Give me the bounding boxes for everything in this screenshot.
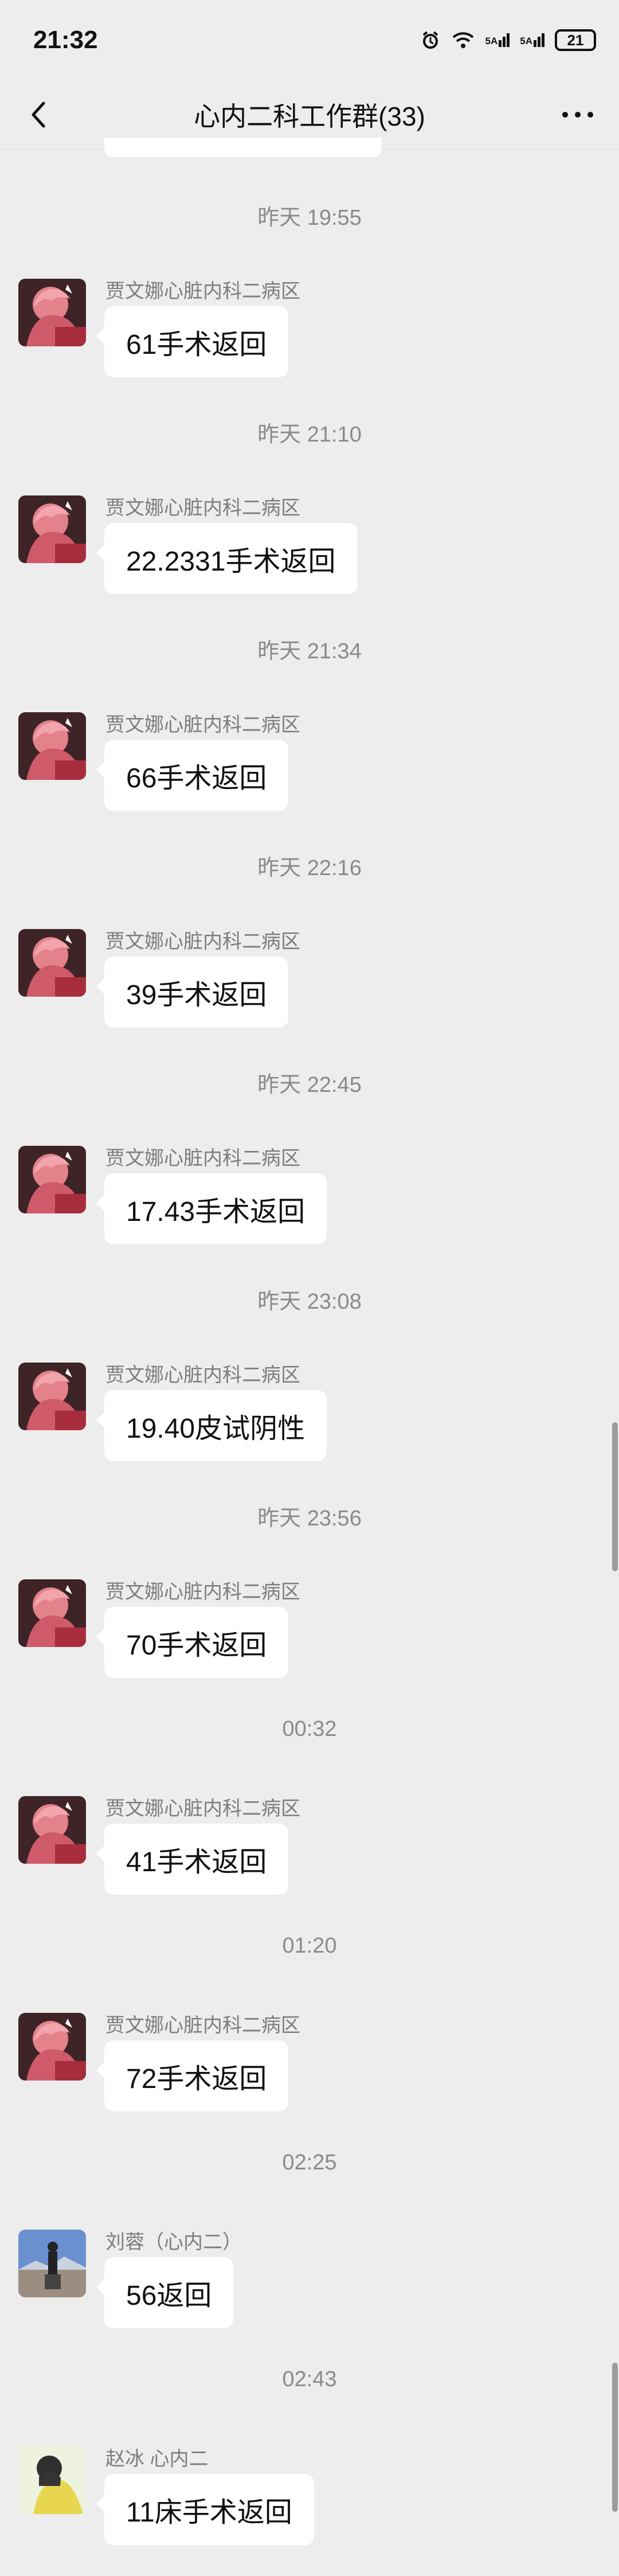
message-timestamp: 昨天 21:10 (257, 423, 362, 447)
message-timestamp: 02:43 (282, 2367, 337, 2391)
scrollbar-thumb[interactable] (612, 2363, 618, 2512)
sender-name: 贾文娜心脏内科二病区 (105, 497, 300, 519)
sender-name: 赵冰 心内二 (105, 2448, 209, 2470)
message-timestamp: 02:25 (282, 2150, 337, 2175)
signal-label: 5A (485, 36, 498, 46)
avatar[interactable] (18, 1146, 86, 1213)
signal-5a-icon: 5A (520, 33, 544, 47)
sender-name: 贾文娜心脏内科二病区 (105, 1148, 300, 1169)
message-timestamp: 昨天 21:34 (257, 639, 362, 663)
avatar[interactable] (18, 279, 86, 346)
message-timestamp: 昨天 22:45 (257, 1073, 362, 1097)
status-time: 21:32 (33, 26, 98, 54)
message-bubble[interactable]: 56返回 (96, 2257, 234, 2328)
sender-name: 贾文娜心脏内科二病区 (105, 280, 300, 302)
signal-5a-icon: 5A (485, 33, 510, 47)
avatar[interactable] (18, 1363, 86, 1430)
sender-name: 贾文娜心脏内科二病区 (105, 2015, 300, 2036)
avatar[interactable] (18, 1796, 86, 1864)
message-timestamp: 01:20 (282, 1934, 337, 1958)
message-bubble[interactable]: 41手术返回 (96, 1824, 289, 1895)
message-timestamp: 昨天 22:16 (257, 856, 362, 880)
message-bubble[interactable]: 19.40皮试阴性 (96, 1390, 327, 1461)
avatar[interactable] (18, 929, 86, 997)
back-button[interactable] (22, 96, 58, 133)
message-timestamp: 昨天 23:08 (257, 1290, 362, 1314)
more-options-button[interactable] (555, 96, 601, 133)
scrollbar-thumb[interactable] (612, 1422, 618, 1571)
alarm-icon (422, 31, 438, 49)
avatar[interactable] (18, 2446, 86, 2514)
message-timestamp: 00:32 (282, 1717, 337, 1741)
status-icons: 5A 5A 21 (420, 29, 596, 51)
chat-message-list[interactable]: 昨天 19:55 贾文娜心脏内科二病区 61手术返回 昨天 21:10 贾文娜心… (0, 138, 619, 2576)
message-bubble[interactable]: 70手术返回 (96, 1607, 289, 1678)
message-bubble[interactable]: 72手术返回 (96, 2040, 289, 2111)
message-bubble[interactable]: 66手术返回 (96, 740, 289, 811)
status-bar: 21:32 5A 5A 21 (0, 0, 619, 80)
avatar[interactable] (18, 712, 86, 780)
avatar[interactable] (18, 2013, 86, 2081)
message-bubble[interactable]: 17.43手术返回 (96, 1173, 327, 1244)
message-bubble[interactable]: 22.2331手术返回 (96, 523, 358, 594)
sender-name: 贾文娜心脏内科二病区 (105, 714, 300, 736)
previous-message-bubble-fragment (104, 138, 382, 157)
message-bubble[interactable]: 39手术返回 (96, 957, 289, 1028)
chevron-left-icon (32, 102, 45, 128)
wifi-icon (452, 32, 473, 48)
avatar[interactable] (18, 1579, 86, 1647)
message-timestamp: 昨天 23:56 (257, 1506, 362, 1531)
sender-name: 贾文娜心脏内科二病区 (105, 1364, 300, 1386)
chat-title: 心内二科工作群(33) (194, 102, 425, 131)
message-bubble[interactable]: 61手术返回 (96, 306, 289, 377)
message-timestamp: 昨天 19:55 (257, 206, 362, 230)
message-bubble[interactable]: 11床手术返回 (96, 2474, 314, 2545)
avatar[interactable] (18, 495, 86, 563)
sender-name: 刘蓉（心内二） (105, 2231, 242, 2253)
battery-indicator: 21 (555, 29, 596, 51)
signal-label: 5A (520, 36, 532, 46)
sender-name: 贾文娜心脏内科二病区 (105, 1798, 300, 1820)
avatar[interactable] (18, 2230, 86, 2297)
sender-name: 贾文娜心脏内科二病区 (105, 931, 300, 953)
sender-name: 贾文娜心脏内科二病区 (105, 1581, 300, 1603)
